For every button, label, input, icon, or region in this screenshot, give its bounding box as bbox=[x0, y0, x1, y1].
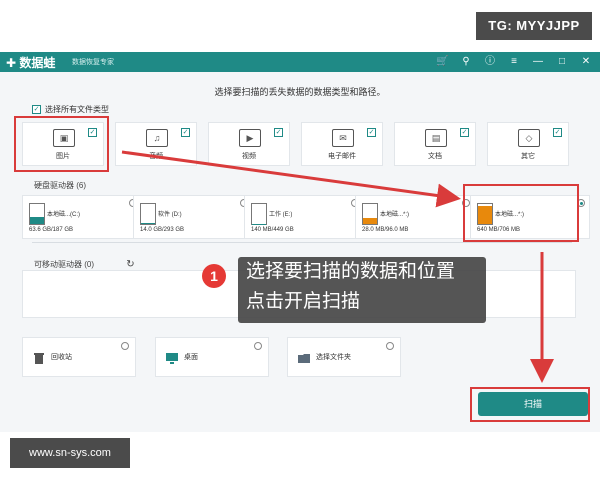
callout-line1: 选择要扫描的数据和位置 bbox=[246, 261, 456, 282]
callout-number: 1 bbox=[202, 264, 226, 288]
callout-box: 选择要扫描的数据和位置 点击开启扫描 bbox=[238, 257, 486, 323]
annotation-arrows bbox=[121, 150, 554, 383]
top-band: TG: MYYJJPP bbox=[0, 0, 600, 52]
callout-line2: 点击开启扫描 bbox=[246, 291, 361, 312]
app-window: ✚ 数据蛙 数据恢复专家 🛒 ⚲ ⓘ ≡ — □ ✕ 选择要扫描的丢失数据的数据… bbox=[0, 52, 600, 432]
watermark-top: TG: MYYJJPP bbox=[476, 12, 592, 40]
watermark-bottom: www.sn-sys.com bbox=[10, 438, 130, 468]
arrow-to-drive bbox=[121, 150, 461, 208]
